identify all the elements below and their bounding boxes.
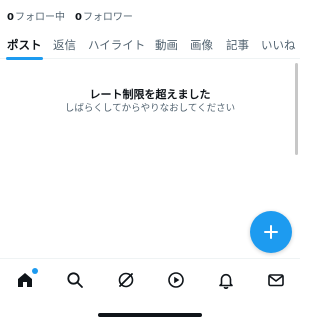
nav-grok[interactable] bbox=[116, 270, 136, 290]
tab-likes[interactable]: いいね bbox=[261, 37, 296, 59]
follow-stats: 0フォロー中 0フォロワー bbox=[7, 8, 133, 23]
bell-icon bbox=[217, 271, 235, 289]
compose-post-button[interactable] bbox=[250, 211, 292, 253]
followers-link[interactable]: 0フォロワー bbox=[75, 8, 133, 23]
play-icon bbox=[167, 271, 185, 289]
tab-label: 動画 bbox=[155, 38, 178, 52]
home-icon bbox=[16, 271, 34, 289]
mail-icon bbox=[267, 271, 285, 289]
tab-videos[interactable]: 動画 bbox=[155, 37, 178, 59]
tab-replies[interactable]: 返信 bbox=[53, 37, 76, 59]
following-link[interactable]: 0フォロー中 bbox=[7, 8, 65, 23]
tab-highlights[interactable]: ハイライト bbox=[88, 37, 145, 59]
tab-label: ハイライト bbox=[88, 38, 146, 52]
tab-label: 画像 bbox=[190, 38, 213, 52]
active-tab-indicator bbox=[6, 57, 43, 60]
nav-video[interactable] bbox=[166, 270, 186, 290]
grok-icon bbox=[117, 271, 135, 289]
search-icon bbox=[66, 271, 84, 289]
tab-label: いいね bbox=[261, 38, 296, 52]
bottom-navigation bbox=[0, 258, 300, 300]
tab-label: 記事 bbox=[226, 38, 249, 52]
nav-home[interactable] bbox=[15, 268, 38, 290]
plus-icon bbox=[263, 224, 279, 240]
home-indicator[interactable] bbox=[98, 313, 202, 317]
nav-search[interactable] bbox=[65, 270, 85, 290]
profile-tabs: ポスト 返信 ハイライト 動画 画像 記事 いいね bbox=[0, 37, 300, 60]
tab-label: 返信 bbox=[53, 38, 76, 52]
notification-dot bbox=[32, 268, 38, 274]
nav-messages[interactable] bbox=[266, 270, 286, 290]
tab-articles[interactable]: 記事 bbox=[226, 37, 249, 59]
tab-label: ポスト bbox=[7, 38, 42, 52]
nav-notifications[interactable] bbox=[216, 270, 236, 290]
tab-images[interactable]: 画像 bbox=[190, 37, 213, 59]
tab-posts[interactable]: ポスト bbox=[6, 37, 43, 60]
rate-limit-subtitle: しばらくしてからやりなおしてください bbox=[64, 103, 236, 114]
